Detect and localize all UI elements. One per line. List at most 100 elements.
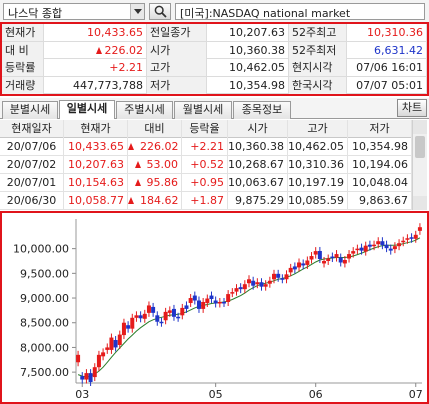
candle-down [80, 376, 85, 380]
table-cell-low: 10,194.06 [348, 156, 412, 174]
table-cell-price: 10,058.77 [64, 192, 128, 210]
table-cell-high: 10,462.05 [288, 138, 348, 156]
quote-label: 저가 [147, 76, 207, 94]
table-cell-low: 9,863.67 [348, 192, 412, 210]
scroll-down-arrow[interactable] [413, 196, 427, 210]
table-scrollbar[interactable] [412, 120, 427, 210]
candle-up [263, 284, 268, 287]
x-tick-label: 07 [409, 388, 423, 401]
table-cell-text: 226.02 [140, 140, 179, 153]
candle-down [330, 256, 335, 259]
table-header-cell: 시가 [228, 120, 288, 138]
chart-button[interactable]: 차트 [397, 99, 427, 117]
table-row[interactable]: 20/07/02 10,207.63 53.00 +0.52 10,268.67 10,3… [0, 156, 412, 174]
candle-up [234, 288, 239, 292]
candle-down [301, 263, 306, 266]
price-chart-panel: 10,000.00 9,500.00 9,000.00 8,500.00 8,000.0… [0, 211, 429, 404]
quote-value: 10,433.65 [44, 24, 147, 41]
candle-down [380, 241, 385, 246]
quote-label: 현재가 [2, 24, 44, 41]
table-cell-text: 10,310.36 [288, 158, 344, 171]
candle-up [188, 298, 193, 303]
tab-monthly[interactable]: 월별시세 [174, 101, 232, 119]
quote-value: 6,631.42 [347, 41, 427, 59]
candle-down [259, 282, 264, 287]
table-cell-open: 10,268.67 [228, 156, 288, 174]
candle-up [417, 227, 422, 231]
quote-value: 07/06 16:01 [347, 59, 427, 76]
candle-up [297, 262, 302, 268]
quote-value-text: 10,433.65 [87, 26, 143, 39]
candle-up [201, 301, 206, 309]
quote-value: 10,462.05 [207, 59, 289, 76]
candle-up [351, 251, 356, 254]
quote-row: 거래량 447,773,788 저가 10,354.98 한국시각 07/07 05:01 [2, 76, 427, 94]
table-cell-open: 10,063.67 [228, 174, 288, 192]
chevron-down-icon[interactable] [130, 4, 144, 19]
candle-down [276, 273, 281, 278]
candle-up [242, 284, 247, 290]
table-cell-text: 10,063.67 [228, 176, 284, 189]
candle-down [388, 248, 393, 251]
quote-value-text: 10,360.38 [229, 43, 285, 57]
table-header-row: 현재일자 현재가 대비 등락율 시가 고가 저가 [0, 120, 412, 138]
table-cell-text: 10,085.59 [288, 194, 344, 207]
quote-row: 현재가 10,433.65 전일종가 10,207.63 52주최고 10,310.36 [2, 24, 427, 42]
candle-up [230, 292, 235, 294]
candle-up [309, 256, 314, 260]
candle-down [221, 301, 226, 304]
candle-down [209, 295, 214, 300]
candle-down [280, 278, 285, 280]
table-cell-text: 53.00 [146, 158, 179, 171]
search-button[interactable] [149, 3, 171, 20]
quote-value-text: 10,462.05 [229, 61, 285, 74]
table-row[interactable]: 20/06/30 10,058.77 184.62 +1.87 9,875.29 10,0… [0, 192, 412, 210]
table-row[interactable]: 20/07/01 10,154.63 95.86 +0.95 10,063.67 10,1… [0, 174, 412, 192]
tab-minute[interactable]: 분별시세 [2, 101, 58, 119]
y-tick-label: 9,500.00 [20, 267, 69, 280]
table-cell-text: 10,433.65 [68, 140, 124, 153]
candle-down [184, 305, 189, 309]
quote-value: 10,354.98 [207, 76, 289, 94]
table-header-cell: 등락율 [182, 120, 228, 138]
price-history-table: 현재일자 현재가 대비 등락율 시가 고가 저가 20/07/06 10,433.65 226.0… [0, 120, 429, 210]
table-cell-text: 20/07/01 [6, 176, 57, 189]
tab-daily[interactable]: 일별시세 [59, 100, 115, 119]
table-cell-text: +2.21 [190, 140, 224, 153]
scroll-thumb[interactable] [415, 136, 425, 158]
table-cell-date: 20/07/06 [0, 138, 64, 156]
quote-value-text: 07/06 16:01 [356, 61, 423, 74]
candle-up [284, 274, 289, 280]
candle-up [226, 294, 231, 302]
table-header-cell: 고가 [288, 120, 348, 138]
table-cell-text: +0.95 [190, 176, 224, 189]
quote-label: 한국시각 [289, 76, 347, 94]
candle-down [155, 315, 160, 322]
table-cell-price: 10,154.63 [64, 174, 128, 192]
tab-weekly[interactable]: 주별시세 [116, 101, 173, 119]
table-cell-text: 10,197.19 [288, 176, 344, 189]
candle-up [217, 301, 222, 304]
table-cell-date: 20/06/30 [0, 192, 64, 210]
index-selector-dropdown[interactable]: 나스닥 종합 [3, 3, 145, 20]
table-cell-text: 10,194.06 [352, 158, 408, 171]
table-cell-rate: +2.21 [182, 138, 228, 156]
table-cell-change: 226.02 [128, 138, 182, 156]
candle-up [180, 307, 185, 316]
quote-label: 시가 [147, 41, 207, 59]
table-cell-open: 9,875.29 [228, 192, 288, 210]
quote-label: 현지시각 [289, 59, 347, 76]
quote-value: 07/07 05:01 [347, 76, 427, 94]
tab-info[interactable]: 종목정보 [233, 101, 291, 119]
candle-down [176, 316, 181, 319]
table-cell-price: 10,207.63 [64, 156, 128, 174]
table-cell-text: +0.52 [190, 158, 224, 171]
candle-up [121, 322, 126, 336]
table-row[interactable]: 20/07/06 10,433.65 226.02 +2.21 10,360.38 10,… [0, 138, 412, 156]
scroll-up-arrow[interactable] [413, 120, 427, 134]
candle-down [126, 325, 131, 329]
table-header-cell: 현재일자 [0, 120, 64, 138]
candle-up [146, 305, 151, 313]
candle-down [113, 340, 118, 348]
quote-label: 거래량 [2, 76, 44, 94]
